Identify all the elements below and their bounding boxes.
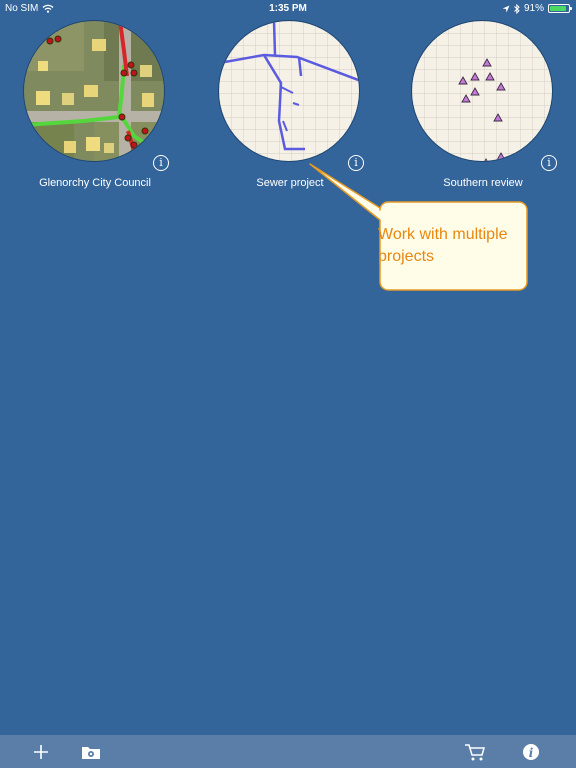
project-thumbnail-lines[interactable]: [218, 20, 360, 162]
store-button[interactable]: [464, 742, 486, 762]
info-icon: i: [523, 744, 539, 760]
battery-fill: [550, 6, 567, 11]
status-time: 1:35 PM: [269, 3, 307, 14]
project-item[interactable]: i Glenorchy City Council: [18, 20, 169, 190]
callout-text: Work with multiple projects: [378, 226, 508, 265]
project-info-button[interactable]: i: [541, 155, 557, 171]
import-button[interactable]: [80, 742, 102, 762]
folder-gear-icon: [82, 747, 100, 759]
plus-icon: [34, 745, 48, 759]
project-name: Glenorchy City Council: [39, 177, 151, 189]
add-project-button[interactable]: [30, 742, 52, 762]
battery-percent: 91%: [523, 3, 544, 14]
project-thumbnail-aerial[interactable]: [23, 20, 165, 162]
callout: Work with multiple projects: [370, 202, 527, 290]
bottom-toolbar: i: [0, 735, 576, 768]
project-thumbnail-points[interactable]: [411, 20, 553, 162]
status-right: 91%: [502, 3, 572, 14]
about-button[interactable]: i: [520, 742, 542, 762]
project-info-button[interactable]: i: [153, 155, 169, 171]
bluetooth-icon: [514, 3, 520, 14]
status-bar: No SIM 1:35 PM 91%: [0, 0, 576, 18]
cart-icon: [465, 744, 485, 761]
battery-icon: [548, 4, 572, 13]
location-arrow-icon: [502, 5, 510, 12]
svg-text:i: i: [529, 746, 534, 760]
